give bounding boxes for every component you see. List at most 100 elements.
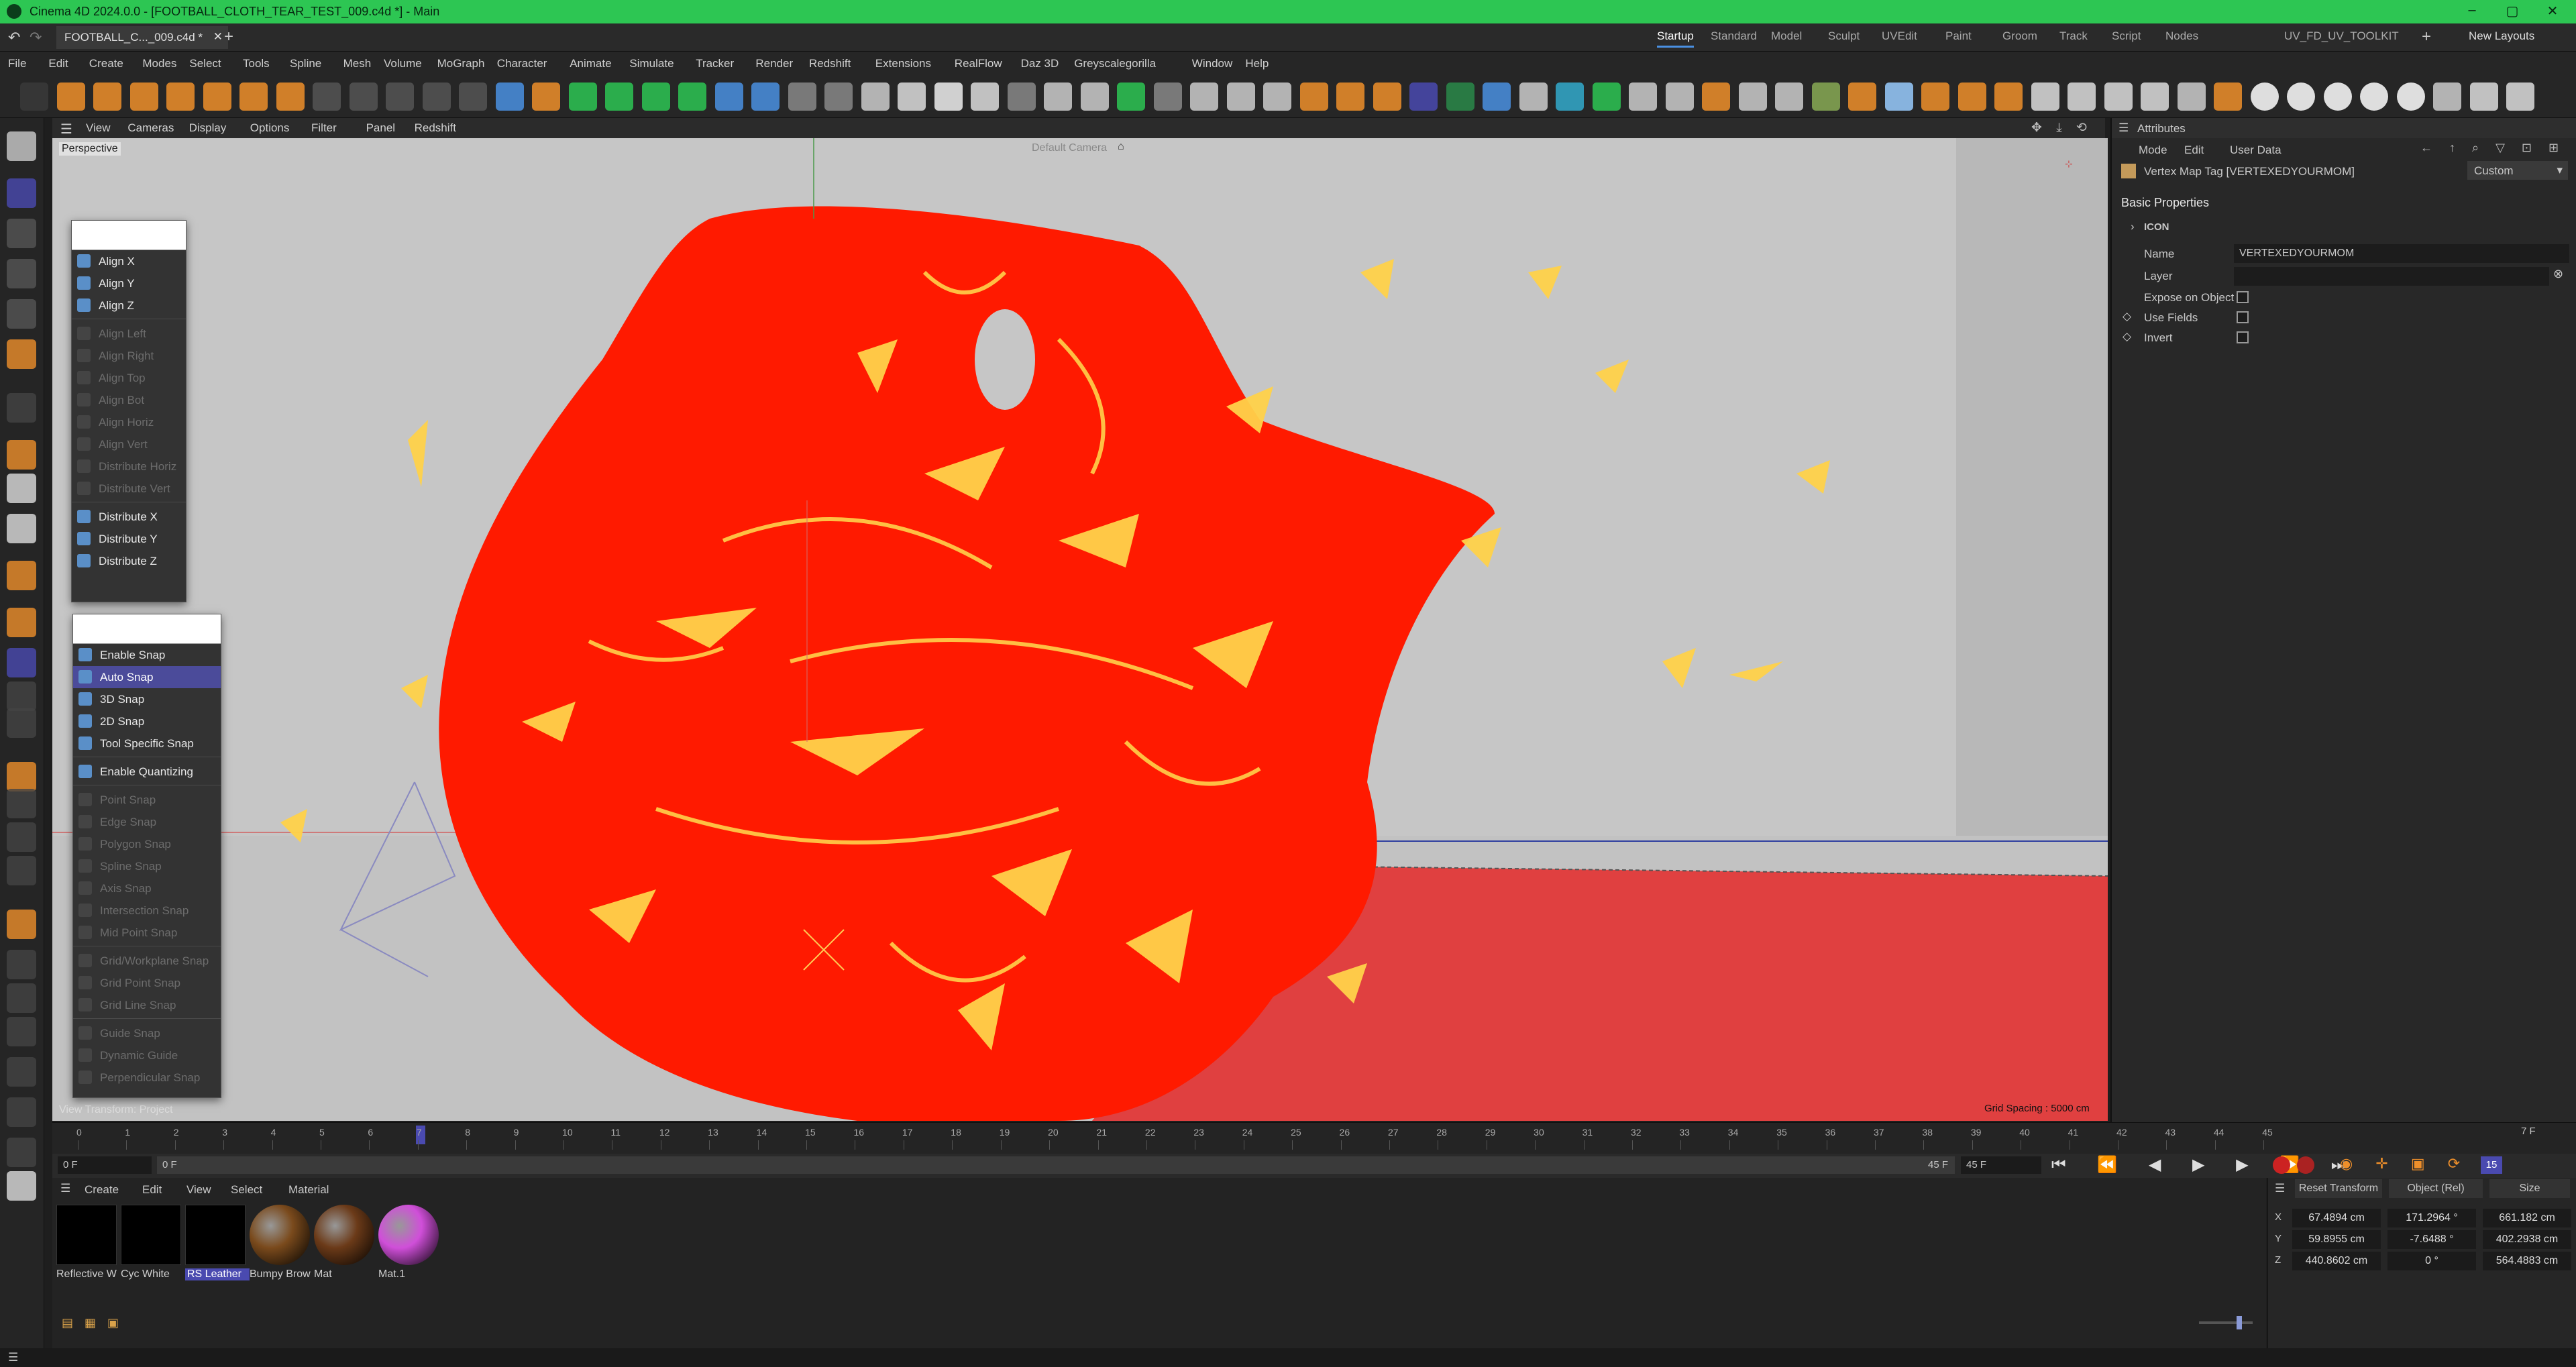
toolbar-tool-icon[interactable]	[1373, 83, 1401, 111]
toolbar-tool-icon[interactable]	[2323, 83, 2352, 111]
toolbar-tool-icon[interactable]	[2506, 83, 2534, 111]
menu-item[interactable]: 2D Snap	[73, 710, 221, 732]
toolbar-tool-icon[interactable]	[2469, 83, 2498, 111]
left-tool-icon[interactable]	[7, 299, 36, 329]
menu-item[interactable]: Volume	[384, 57, 422, 70]
menu-item[interactable]: Auto Snap	[73, 666, 221, 688]
menu-item[interactable]: RealFlow	[955, 57, 1002, 70]
menu-item[interactable]: Enable Snap	[73, 644, 221, 666]
toolbar-tool-icon[interactable]	[568, 83, 597, 111]
toolbar-tool-icon[interactable]	[1811, 83, 1840, 111]
layout-tab[interactable]: Sculpt	[1828, 30, 1860, 43]
toolbar-tool-icon[interactable]	[824, 83, 853, 111]
menu-item[interactable]: Window	[1192, 57, 1232, 70]
add-layout-icon[interactable]: +	[2422, 28, 2431, 46]
left-tool-icon[interactable]	[7, 219, 36, 248]
viewport-menu-item[interactable]: Display	[189, 121, 227, 135]
toolbar-tool-icon[interactable]	[93, 83, 121, 111]
menu-item[interactable]: File	[8, 57, 26, 70]
left-tool-icon[interactable]	[7, 708, 36, 738]
toolbar-tool-icon[interactable]	[678, 83, 706, 111]
toolbar-tool-icon[interactable]	[56, 83, 85, 111]
menu-item[interactable]: Distribute Y	[72, 528, 186, 550]
menu-item[interactable]: Create	[89, 57, 123, 70]
toolbar-tool-icon[interactable]	[2068, 83, 2096, 111]
expose-checkbox[interactable]	[2237, 291, 2249, 303]
toolbar-tool-icon[interactable]	[2396, 83, 2425, 111]
material-menu-item[interactable]: Material	[288, 1183, 329, 1197]
keyframe-diamond-icon[interactable]: ◇	[2123, 330, 2131, 343]
left-tool-icon[interactable]	[7, 339, 36, 369]
toolbar-tool-icon[interactable]	[276, 83, 305, 111]
toolbar-tool-icon[interactable]	[1519, 83, 1548, 111]
toolbar-tool-icon[interactable]	[166, 83, 195, 111]
menu-item[interactable]: Edit	[48, 57, 68, 70]
viewport-menu-item[interactable]: Panel	[366, 121, 395, 135]
layout-tab[interactable]: Model	[1771, 30, 1802, 43]
toolbar-tool-icon[interactable]	[1153, 83, 1182, 111]
left-tool-icon[interactable]	[7, 983, 36, 1013]
coord-rot-field[interactable]: 0 °	[2387, 1252, 2476, 1270]
coord-pos-field[interactable]: 440.8602 cm	[2292, 1252, 2381, 1270]
coords-menu-icon[interactable]: ☰	[2275, 1182, 2285, 1195]
coord-size-field[interactable]: 402.2938 cm	[2483, 1230, 2571, 1249]
reset-transform-button[interactable]: Reset Transform	[2295, 1179, 2382, 1198]
toolbar-tool-icon[interactable]	[788, 83, 816, 111]
toolbar-tool-icon[interactable]	[2104, 83, 2133, 111]
material-menu-icon[interactable]: ☰	[60, 1182, 70, 1195]
toolbar-tool-icon[interactable]	[386, 83, 414, 111]
size-mode-dropdown[interactable]: Size	[2489, 1179, 2570, 1198]
viewport-menu-item[interactable]: Options	[250, 121, 290, 135]
toolbar-tool-icon[interactable]	[1921, 83, 1949, 111]
toolbar-tool-icon[interactable]	[1007, 83, 1036, 111]
menu-item[interactable]: Character	[497, 57, 547, 70]
left-tool-icon[interactable]	[7, 648, 36, 677]
left-tool-icon[interactable]	[7, 259, 36, 288]
undo-icon[interactable]: ↶	[8, 29, 20, 46]
use-fields-checkbox[interactable]	[2237, 311, 2249, 323]
maximize-button[interactable]: ▢	[2496, 3, 2529, 20]
left-tool-icon[interactable]	[7, 608, 36, 637]
left-tool-icon[interactable]	[7, 393, 36, 423]
menu-item[interactable]: Help	[1245, 57, 1269, 70]
autokey-button[interactable]	[2297, 1156, 2314, 1174]
viewport-menu-item[interactable]: Filter	[311, 121, 337, 135]
menu-item[interactable]: Mesh	[343, 57, 372, 70]
toolbar-tool-icon[interactable]	[641, 83, 670, 111]
toolbar-tool-icon[interactable]	[1409, 83, 1438, 111]
material-swatch[interactable]	[185, 1205, 246, 1265]
toolbar-tool-icon[interactable]	[1299, 83, 1328, 111]
left-tool-icon[interactable]	[7, 789, 36, 818]
document-tab[interactable]: FOOTBALL_C..._009.c4d * ✕	[56, 26, 228, 49]
material-swatch[interactable]	[121, 1205, 181, 1265]
toolbar-tool-icon[interactable]	[1446, 83, 1474, 111]
invert-checkbox[interactable]	[2237, 331, 2249, 343]
left-tool-icon[interactable]	[7, 131, 36, 161]
camera-icon[interactable]: ⌂	[1118, 141, 1124, 153]
toolbar-tool-icon[interactable]	[349, 83, 378, 111]
layout-tab[interactable]: Groom	[2002, 30, 2037, 43]
toolbar-tool-icon[interactable]	[2287, 83, 2315, 111]
menu-item[interactable]: Align Z	[72, 294, 186, 317]
toolbar-tool-icon[interactable]	[1190, 83, 1218, 111]
left-tool-icon[interactable]	[7, 561, 36, 590]
menu-item[interactable]: Simulate	[629, 57, 674, 70]
end-frame-field[interactable]: 45 F	[1961, 1156, 2041, 1174]
status-menu-icon[interactable]: ☰	[8, 1351, 18, 1364]
toolbar-tool-icon[interactable]	[1665, 83, 1694, 111]
coord-rot-field[interactable]: 171.2964 °	[2387, 1209, 2476, 1227]
coord-size-field[interactable]: 564.4883 cm	[2483, 1252, 2571, 1270]
toolbar-tool-icon[interactable]	[495, 83, 524, 111]
toolbar-tool-icon[interactable]	[1775, 83, 1803, 111]
left-tool-icon[interactable]	[7, 822, 36, 852]
coord-size-field[interactable]: 661.182 cm	[2483, 1209, 2571, 1227]
menu-item[interactable]: Extensions	[875, 57, 931, 70]
material-swatch[interactable]	[56, 1205, 117, 1265]
toolbar-tool-icon[interactable]	[2250, 83, 2279, 111]
toolbar-tool-icon[interactable]	[1957, 83, 1986, 111]
toolbar-tool-icon[interactable]	[1336, 83, 1364, 111]
material-swatch[interactable]	[314, 1205, 374, 1265]
left-tool-icon[interactable]	[7, 178, 36, 208]
toolbar-tool-icon[interactable]	[1702, 83, 1730, 111]
toolbar-tool-icon[interactable]	[714, 83, 743, 111]
